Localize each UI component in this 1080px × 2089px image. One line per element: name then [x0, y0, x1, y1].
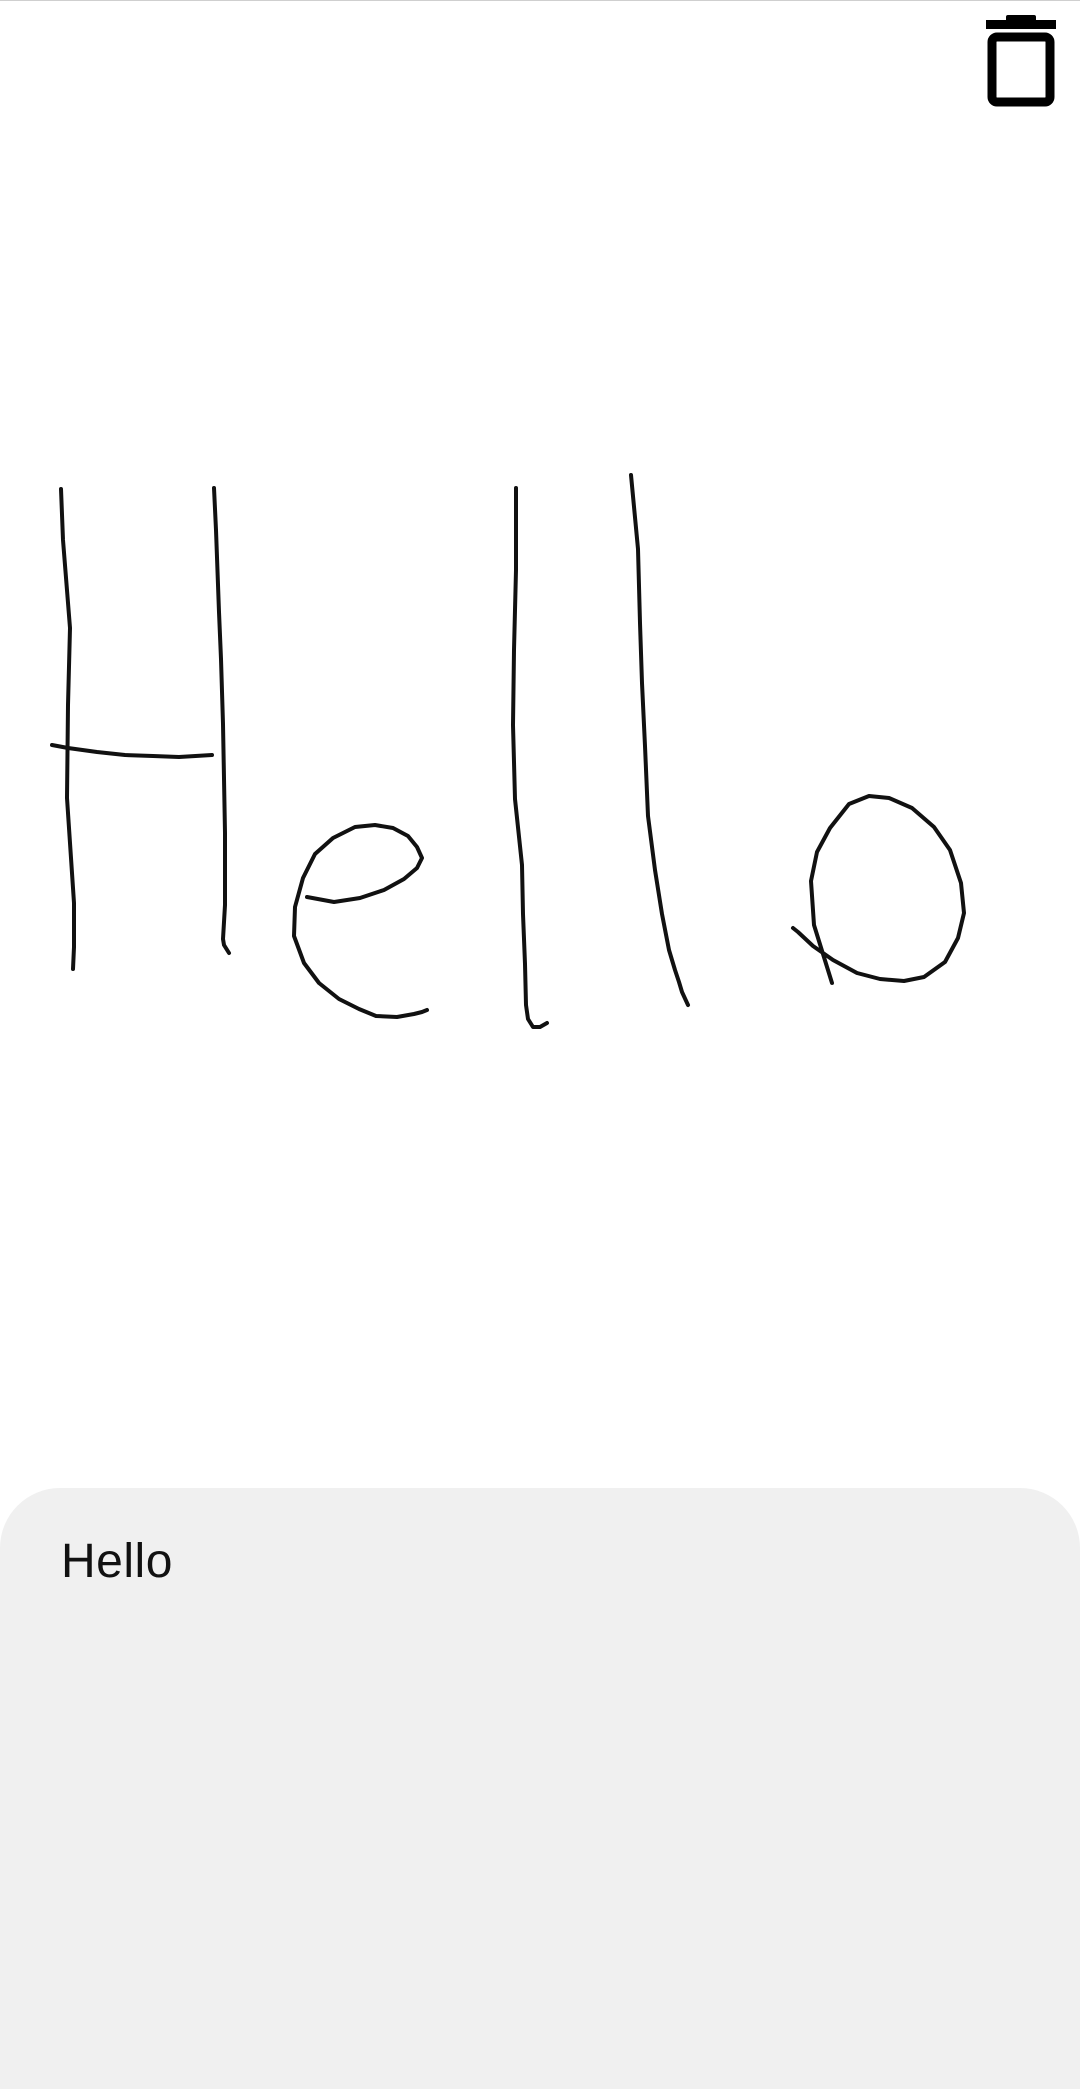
stroke-h-left: [59, 487, 76, 971]
stroke-h-bar: [50, 743, 214, 759]
stroke-h-right: [212, 486, 231, 955]
stroke-o: [791, 794, 966, 985]
recognized-text: Hello: [61, 1535, 173, 1588]
recognition-result-panel: Hello: [0, 1488, 1080, 2089]
top-divider: [0, 0, 1080, 1]
stroke-l-second: [629, 473, 690, 1007]
drawing-canvas[interactable]: [0, 20, 1080, 1480]
stroke-e: [292, 823, 429, 1019]
stroke-l-first: [511, 486, 549, 1029]
handwriting-screen: Hello: [0, 0, 1080, 2089]
